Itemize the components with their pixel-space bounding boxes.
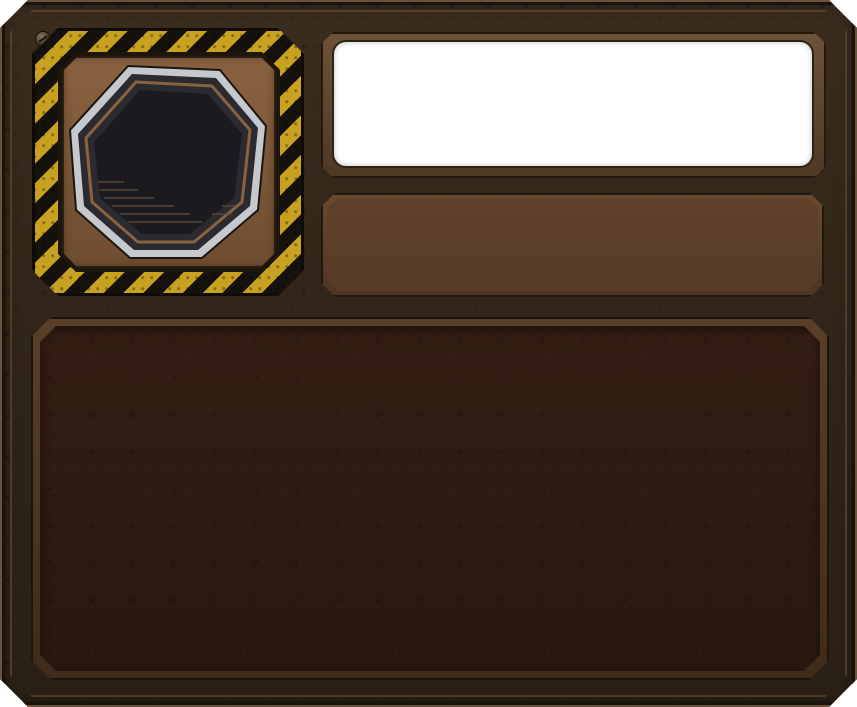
dialog-body-panel — [40, 326, 820, 671]
name-plate — [334, 42, 812, 166]
subtitle-bar — [327, 198, 818, 291]
octagon-portrait-icon — [68, 64, 268, 259]
